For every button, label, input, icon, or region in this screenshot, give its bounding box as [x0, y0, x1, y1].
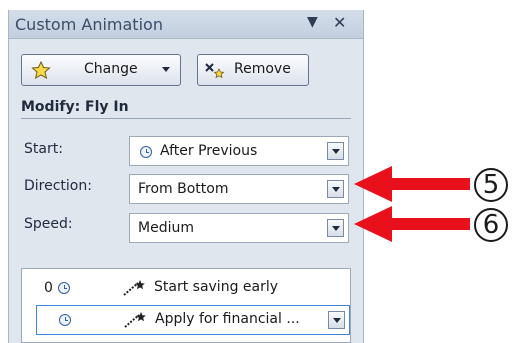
- modify-section-heading: Modify: Fly In: [21, 99, 351, 119]
- direction-label: Direction:: [24, 178, 92, 194]
- start-dropdown[interactable]: After Previous: [129, 136, 349, 166]
- pane-title: Custom Animation: [15, 15, 163, 34]
- list-item[interactable]: 0 Start saving early: [22, 273, 350, 303]
- change-button-label: Change: [84, 61, 138, 77]
- effect-order-number: 0: [44, 280, 53, 296]
- pane-title-bar: Custom Animation ▼ ✕: [9, 10, 363, 39]
- clock-icon: [140, 146, 152, 158]
- effect-label: Apply for financial ...: [155, 311, 300, 327]
- speed-dropdown[interactable]: Medium: [129, 213, 349, 243]
- remove-button-label: Remove: [234, 61, 291, 77]
- change-effect-button[interactable]: Change: [21, 54, 181, 86]
- dropdown-arrow-icon[interactable]: [327, 180, 344, 198]
- clock-icon: [59, 314, 71, 326]
- animation-effect-list[interactable]: 0 Start saving early Apply for financial…: [21, 268, 351, 343]
- dropdown-arrow-icon[interactable]: [327, 142, 344, 160]
- list-item-selected[interactable]: Apply for financial ...: [36, 305, 350, 335]
- speed-annotation-arrow: [354, 206, 470, 242]
- clock-icon: [58, 282, 70, 294]
- dropdown-arrow-icon[interactable]: [327, 219, 344, 237]
- callout-number-5: 5: [474, 168, 508, 202]
- start-value: After Previous: [160, 143, 258, 159]
- custom-animation-pane: Custom Animation ▼ ✕ Change Remove Modif…: [8, 10, 364, 343]
- callout-number-6: 6: [474, 208, 508, 242]
- speed-value: Medium: [138, 220, 194, 236]
- motion-path-icon: [124, 312, 146, 328]
- direction-annotation-arrow: [354, 166, 470, 202]
- star-effect-icon: [31, 61, 51, 79]
- pane-menu-chevron-icon[interactable]: ▼: [307, 14, 318, 30]
- remove-effect-button[interactable]: Remove: [197, 54, 309, 86]
- start-label: Start:: [24, 141, 63, 157]
- close-icon[interactable]: ✕: [333, 13, 346, 32]
- motion-path-icon: [123, 280, 145, 296]
- chevron-down-icon: [162, 67, 170, 72]
- speed-label: Speed:: [24, 216, 73, 232]
- effect-label: Start saving early: [154, 279, 279, 295]
- remove-effect-icon: [205, 63, 225, 79]
- direction-value: From Bottom: [138, 181, 229, 197]
- dropdown-arrow-icon[interactable]: [328, 311, 345, 329]
- direction-dropdown[interactable]: From Bottom: [129, 174, 349, 204]
